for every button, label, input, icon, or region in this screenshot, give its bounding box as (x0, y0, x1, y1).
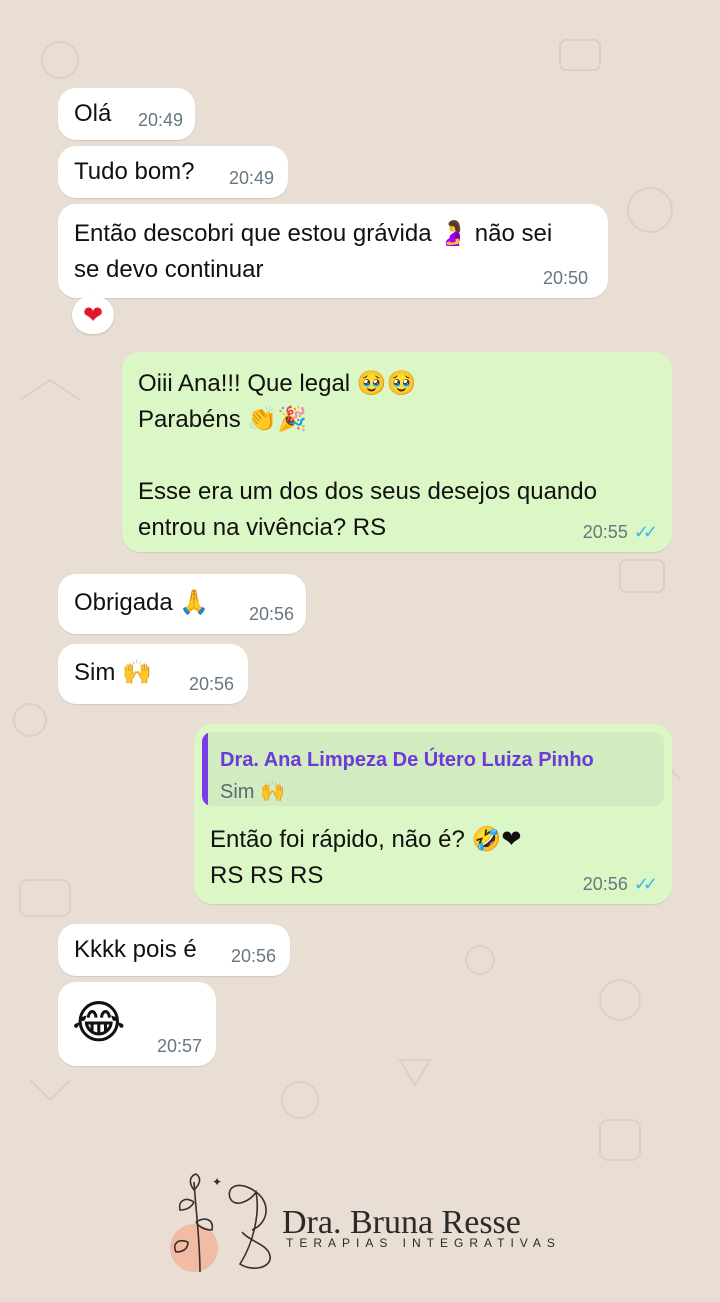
message-text: Oiii Ana!!! Que legal 🥹🥹 Parabéns 👏🎉 Ess… (138, 370, 597, 541)
quoted-sender-name: Dra. Ana Limpeza De Útero Luiza Pinho (220, 749, 594, 771)
message-emoji: 😂 (72, 996, 126, 1048)
heart-reaction-icon[interactable]: ❤ (72, 296, 114, 334)
message-text: Olá (74, 100, 112, 127)
message-incoming[interactable]: Sim 🙌 20:56 (58, 644, 248, 704)
message-time-label: 20:56 (582, 874, 628, 894)
message-time: 20:55 ✓✓ (582, 522, 658, 542)
message-time: 20:49 (137, 110, 183, 130)
message-text: Sim 🙌 (74, 659, 152, 686)
message-incoming[interactable]: Obrigada 🙏 20:56 (58, 574, 306, 634)
quote-accent-bar (202, 732, 208, 806)
message-time: 20:56 (188, 674, 234, 694)
message-time-label: 20:55 (582, 522, 628, 542)
message-text: Tudo bom? (74, 158, 195, 185)
svg-text:✦: ✦ (212, 1175, 222, 1189)
message-incoming[interactable]: 😂 20:57 (58, 982, 216, 1066)
message-incoming[interactable]: Olá 20:49 (58, 88, 195, 140)
message-incoming[interactable]: Kkkk pois é 20:56 (58, 924, 290, 976)
message-text: Kkkk pois é (74, 936, 197, 963)
message-outgoing-reply[interactable]: Dra. Ana Limpeza De Útero Luiza Pinho Si… (194, 724, 672, 904)
message-time: 20:57 (156, 1036, 202, 1056)
message-time: 20:50 (542, 268, 588, 288)
quoted-message[interactable]: Dra. Ana Limpeza De Útero Luiza Pinho Si… (202, 732, 664, 806)
message-text: Então descobri que estou grávida 🤰 não s… (74, 220, 553, 283)
brand-subtitle: TERAPIAS INTEGRATIVAS (286, 1236, 561, 1250)
message-time: 20:56 ✓✓ (582, 874, 658, 894)
message-text: Obrigada 🙏 (74, 589, 210, 616)
message-outgoing[interactable]: Oiii Ana!!! Que legal 🥹🥹 Parabéns 👏🎉 Ess… (122, 352, 672, 552)
quoted-text: Sim 🙌 (220, 781, 285, 803)
message-time: 20:56 (230, 946, 276, 966)
message-time: 20:56 (248, 604, 294, 624)
message-incoming[interactable]: Tudo bom? 20:49 (58, 146, 288, 198)
read-ticks-icon: ✓✓ (633, 874, 658, 894)
message-text: Então foi rápido, não é? 🤣❤ RS RS RS (210, 826, 522, 889)
read-ticks-icon: ✓✓ (633, 522, 658, 542)
message-incoming[interactable]: Então descobri que estou grávida 🤰 não s… (58, 204, 608, 298)
message-time: 20:49 (228, 168, 274, 188)
